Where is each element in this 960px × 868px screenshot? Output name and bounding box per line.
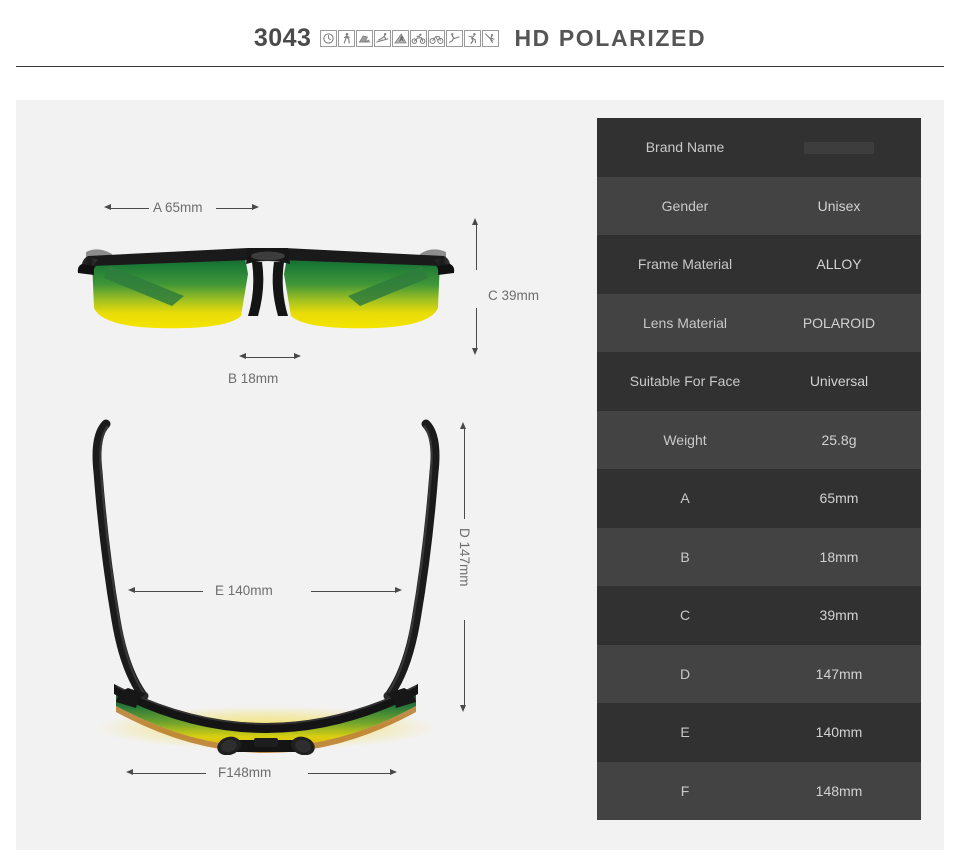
dim-b-arrow-left bbox=[239, 353, 246, 359]
dim-a-line-right bbox=[216, 207, 252, 209]
table-row: Suitable For Face Universal bbox=[597, 352, 921, 411]
beach-chair-icon bbox=[356, 30, 374, 47]
table-row: E 140mm bbox=[597, 703, 921, 762]
spec-key: Frame Material bbox=[637, 256, 733, 273]
spec-value: POLAROID bbox=[802, 314, 876, 331]
page-header: 3043 HD POLARIZED bbox=[0, 0, 960, 68]
cycling-icon bbox=[428, 30, 446, 47]
specification-table: Brand Name Gender Unisex Frame Material … bbox=[597, 118, 921, 820]
spec-value: 65mm bbox=[819, 490, 859, 507]
spec-value: 147mm bbox=[815, 665, 863, 682]
table-row: C 39mm bbox=[597, 586, 921, 645]
skating-icon bbox=[446, 30, 464, 47]
table-row: Weight 25.8g bbox=[597, 410, 921, 469]
climbing-icon bbox=[392, 30, 410, 47]
dim-a-arrow-left bbox=[104, 204, 111, 210]
spec-key: Suitable For Face bbox=[629, 373, 741, 390]
header-divider bbox=[16, 66, 944, 67]
diagram-area: A 65mm C 39mm B 18mm D 147mm E 140mm F14… bbox=[16, 100, 596, 850]
dim-d-arrow-up bbox=[460, 422, 466, 429]
spec-key: Weight bbox=[663, 431, 707, 448]
spec-value: 140mm bbox=[815, 724, 863, 741]
dim-b-arrow-right bbox=[294, 353, 301, 359]
dim-c-arrow-up bbox=[472, 218, 478, 225]
motorcycling-icon bbox=[410, 30, 428, 47]
spec-value: Universal bbox=[809, 373, 869, 390]
spec-key: F bbox=[680, 782, 690, 799]
spec-value-redacted bbox=[773, 140, 921, 155]
dim-e-label: E 140mm bbox=[215, 583, 273, 598]
fishing-icon bbox=[482, 30, 500, 47]
dim-d-line-top bbox=[463, 429, 465, 519]
spec-value: 39mm bbox=[819, 607, 859, 624]
spec-key: Gender bbox=[661, 197, 709, 214]
spec-value: ALLOY bbox=[816, 256, 862, 273]
content-panel: A 65mm C 39mm B 18mm D 147mm E 140mm F14… bbox=[16, 100, 944, 850]
table-row: A 65mm bbox=[597, 469, 921, 528]
spec-value: 18mm bbox=[819, 548, 859, 565]
walking-icon bbox=[338, 30, 356, 47]
model-number: 3043 bbox=[253, 24, 312, 52]
redaction-bar bbox=[804, 142, 874, 155]
dim-f-label: F148mm bbox=[218, 765, 272, 780]
dim-a-arrow-right bbox=[252, 204, 259, 210]
dim-e-arrow-left bbox=[128, 587, 135, 593]
table-row: Gender Unisex bbox=[597, 176, 921, 235]
spec-value: Unisex bbox=[817, 197, 861, 214]
spec-key: E bbox=[680, 724, 690, 741]
table-row: Brand Name bbox=[597, 118, 921, 177]
dim-d-line-bottom bbox=[463, 620, 465, 705]
header-title-row: 3043 HD POLARIZED bbox=[0, 26, 960, 51]
spec-key: B bbox=[680, 548, 690, 565]
dim-a-line-left bbox=[111, 207, 149, 209]
spec-key: Brand Name bbox=[645, 139, 725, 156]
dim-c-arrow-down bbox=[472, 348, 478, 355]
dim-e-line-right bbox=[311, 590, 395, 592]
sunglasses-front-view-image bbox=[76, 230, 456, 355]
dim-d-label: D 147mm bbox=[457, 528, 472, 587]
dim-e-line-left bbox=[135, 590, 203, 592]
dim-b-label: B 18mm bbox=[228, 371, 279, 386]
spec-key: A bbox=[680, 490, 690, 507]
dim-a-label: A 65mm bbox=[153, 200, 203, 215]
dim-f-arrow-right bbox=[390, 769, 397, 775]
dim-f-line-right bbox=[308, 772, 390, 774]
dim-d-arrow-down bbox=[460, 705, 466, 712]
spec-value: 25.8g bbox=[821, 431, 857, 448]
dim-c-label: C 39mm bbox=[488, 288, 540, 303]
table-row: D 147mm bbox=[597, 644, 921, 703]
table-row: Lens Material POLAROID bbox=[597, 293, 921, 352]
hd-polarized-tagline: HD POLARIZED bbox=[514, 25, 707, 51]
activity-icon-strip bbox=[320, 30, 500, 47]
table-row: F 148mm bbox=[597, 761, 921, 820]
clock-icon bbox=[320, 30, 338, 47]
table-row: B 18mm bbox=[597, 527, 921, 586]
dim-c-line-top bbox=[475, 225, 477, 270]
spec-key: C bbox=[679, 607, 691, 624]
spec-key: D bbox=[679, 665, 691, 682]
spec-value: 148mm bbox=[815, 782, 863, 799]
dim-f-arrow-left bbox=[126, 769, 133, 775]
dim-c-line-bottom bbox=[475, 308, 477, 348]
running-icon bbox=[464, 30, 482, 47]
dim-e-arrow-right bbox=[395, 587, 402, 593]
table-row: Frame Material ALLOY bbox=[597, 235, 921, 294]
dim-b-line bbox=[246, 356, 294, 358]
spec-key: Lens Material bbox=[642, 314, 728, 331]
skiing-icon bbox=[374, 30, 392, 47]
dim-f-line-left bbox=[133, 772, 206, 774]
